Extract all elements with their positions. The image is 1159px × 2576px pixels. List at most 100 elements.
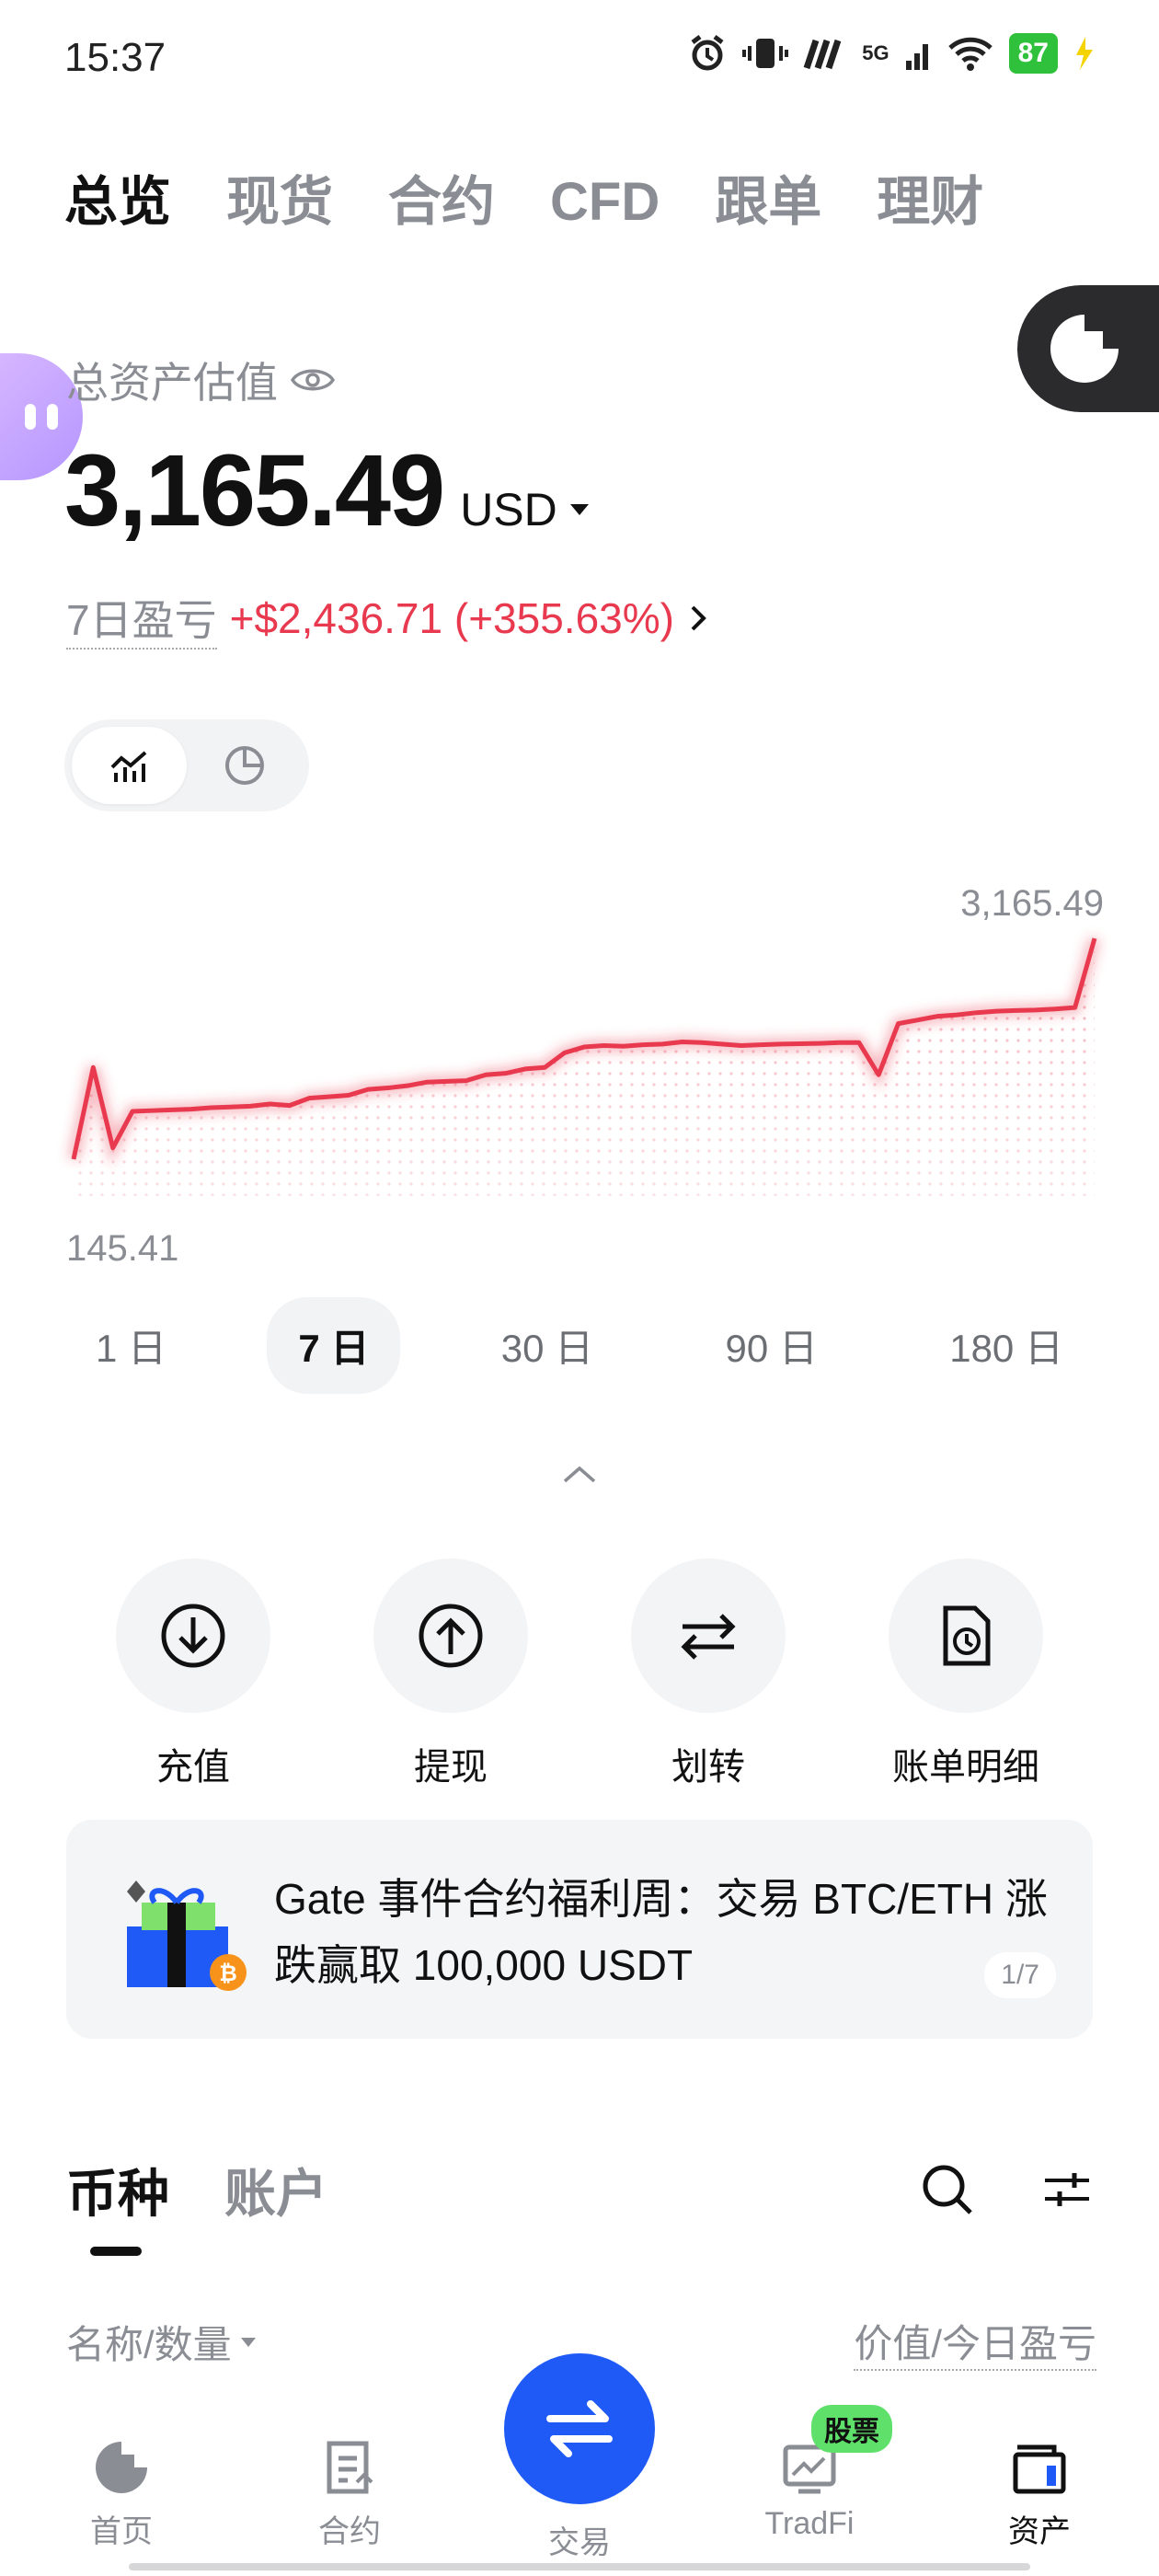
filter-settings-icon[interactable]: [1039, 2162, 1095, 2217]
status-time: 15:37: [64, 35, 166, 80]
stock-badge: 股票: [811, 2405, 892, 2453]
chart-min-label: 145.41: [66, 1228, 179, 1269]
alarm-icon: [691, 35, 724, 71]
range-1d[interactable]: 1 日: [64, 1297, 198, 1394]
home-indicator: [129, 2563, 1030, 2570]
banner-text: Gate 事件合约福利周：交易 BTC/ETH 涨跌赢取 100,000 USD…: [274, 1875, 1048, 1989]
range-30d[interactable]: 30 日: [470, 1297, 625, 1394]
pnl-value: +$2,436.71 (+355.63%): [229, 594, 674, 642]
sort-by-name[interactable]: 名称/数量: [66, 2313, 256, 2371]
signal-icon: [803, 39, 842, 70]
vibrate-icon: [742, 39, 789, 68]
tab-futures[interactable]: 合约: [388, 158, 495, 236]
tab-accounts[interactable]: 账户: [224, 2153, 327, 2227]
pnl-label: 7日盈亏: [66, 587, 217, 650]
asset-label-text: 总资产估值: [66, 359, 278, 407]
list-tools: [920, 2162, 1095, 2217]
bill-details-label: 账单明细: [892, 1747, 1039, 1788]
promo-banner[interactable]: ₿ Gate 事件合约福利周：交易 BTC/ETH 涨跌赢取 100,000 U…: [66, 1820, 1093, 2039]
chevron-right-icon: [691, 605, 706, 631]
search-icon[interactable]: [920, 2162, 975, 2217]
network-label: 5G: [862, 41, 889, 64]
tab-earn[interactable]: 理财: [877, 158, 983, 236]
chart-area-fill: [74, 938, 1095, 1196]
total-asset-value: 3,165.49: [64, 434, 445, 547]
caret-down-icon: [240, 2337, 256, 2347]
currency-label: USD: [460, 484, 557, 535]
deposit-circle: [116, 1558, 270, 1713]
chevron-up-icon[interactable]: [561, 1463, 598, 1485]
cell-signal-icon: [905, 44, 928, 70]
nav-home[interactable]: 首页: [48, 2438, 195, 2551]
gift-box-icon: ₿: [127, 1880, 247, 1991]
gate-logo-icon: [1050, 315, 1119, 383]
bill-details-button[interactable]: 账单明细: [865, 1558, 1067, 1790]
charging-icon: [1076, 37, 1093, 70]
withdraw-label: 提现: [414, 1747, 488, 1788]
nav-tradfi-label: TradFi: [764, 2506, 855, 2541]
transfer-button[interactable]: 划转: [607, 1558, 809, 1790]
tab-overview[interactable]: 总览: [64, 158, 171, 236]
svg-text:₿: ₿: [219, 1961, 237, 1986]
assistant-eye-left: [25, 404, 36, 430]
asset-estimate-label: 总资产估值: [66, 350, 335, 410]
tab-spot[interactable]: 现货: [226, 158, 333, 236]
tab-cfd[interactable]: CFD: [550, 171, 660, 233]
battery-indicator: 87: [1008, 33, 1058, 74]
range-180d[interactable]: 180 日: [918, 1297, 1095, 1394]
withdraw-button[interactable]: 提现: [350, 1558, 552, 1790]
bottom-navigation: 首页 合约 交易 TradFi 股票 资产: [0, 2353, 1159, 2576]
tab-underline: [90, 2247, 142, 2256]
wifi-icon: [947, 37, 993, 71]
withdraw-circle: [373, 1558, 528, 1713]
futures-doc-icon: [327, 2441, 373, 2494]
nav-futures[interactable]: 合约: [276, 2438, 423, 2551]
nav-trade-button[interactable]: [504, 2353, 655, 2504]
time-range-selector: 1 日 7 日 30 日 90 日 180 日: [64, 1297, 1095, 1394]
withdraw-icon: [419, 1604, 483, 1668]
eye-icon[interactable]: [291, 364, 335, 396]
nav-trade-label: 交易: [548, 2525, 611, 2560]
nav-assets-label: 资产: [1008, 2514, 1071, 2549]
swap-arrows-icon: [546, 2400, 613, 2457]
asset-chart: 3,165.49 145.41: [55, 883, 1113, 1270]
nav-tradfi[interactable]: TradFi: [736, 2438, 883, 2542]
deposit-label: 充值: [156, 1747, 230, 1788]
line-chart-icon: [110, 751, 146, 782]
status-icons: 5G 87: [687, 33, 1095, 74]
value-pnl-label[interactable]: 价值/今日盈亏: [854, 2313, 1096, 2371]
line-chart-toggle[interactable]: [72, 727, 187, 804]
nav-assets[interactable]: 资产: [966, 2438, 1113, 2551]
chart-max-label: 3,165.49: [960, 883, 1104, 924]
caret-down-icon: [569, 504, 589, 515]
range-7d[interactable]: 7 日: [267, 1297, 401, 1394]
range-90d[interactable]: 90 日: [694, 1297, 848, 1394]
nav-futures-label: 合约: [318, 2514, 381, 2549]
chart-type-toggle: [64, 719, 309, 811]
deposit-icon: [161, 1604, 225, 1668]
asset-value-row: 3,165.49 USD: [64, 432, 589, 549]
floating-gate-button[interactable]: [1017, 285, 1159, 412]
chart-canvas: [67, 937, 1101, 1196]
chart-area-group: [67, 937, 1101, 1196]
bill-circle: [889, 1558, 1043, 1713]
top-tabs: 总览 现货 合约 CFD 跟单 理财: [64, 158, 983, 236]
pie-chart-toggle[interactable]: [187, 727, 302, 804]
pnl-row[interactable]: 7日盈亏 +$2,436.71 (+355.63%): [66, 587, 709, 650]
tab-coins[interactable]: 币种: [66, 2153, 169, 2227]
name-quantity-label: 名称/数量: [66, 2323, 232, 2366]
status-bar: 15:37 5G 87: [0, 0, 1159, 120]
assistant-eye-right: [47, 404, 58, 430]
bill-icon: [943, 1605, 991, 1666]
pie-chart-icon: [224, 746, 264, 785]
tab-copy-trading[interactable]: 跟单: [715, 158, 821, 236]
transfer-circle: [631, 1558, 786, 1713]
deposit-button[interactable]: 充值: [92, 1558, 294, 1790]
transfer-label: 划转: [671, 1747, 745, 1788]
nav-home-label: 首页: [90, 2514, 153, 2549]
quick-actions: 充值 提现 划转 账单明细: [92, 1558, 1067, 1790]
wallet-icon: [1013, 2444, 1066, 2494]
banner-pager: 1/7: [984, 1952, 1056, 1998]
home-gate-icon: [96, 2442, 147, 2493]
currency-selector[interactable]: USD: [460, 483, 589, 536]
